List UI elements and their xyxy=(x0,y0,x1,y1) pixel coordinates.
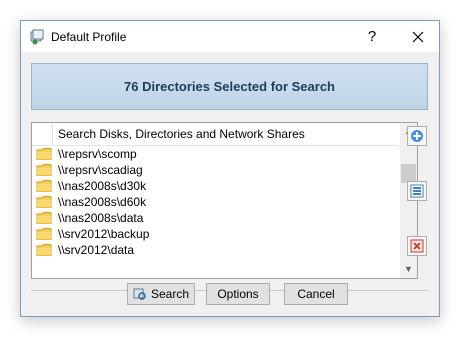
search-icon xyxy=(133,287,147,301)
folder-icon xyxy=(36,243,52,257)
search-button[interactable]: Search xyxy=(127,283,195,305)
profile-icon xyxy=(29,29,45,45)
list-item-label: \\srv2012\data xyxy=(58,243,135,257)
edit-list-button[interactable] xyxy=(407,181,427,201)
list-item-label: \\nas2008s\d30k xyxy=(58,179,147,193)
folder-icon xyxy=(36,211,52,225)
folder-icon xyxy=(36,195,52,209)
list-item-label: \\nas2008s\data xyxy=(58,211,144,225)
selection-summary-banner: 76 Directories Selected for Search xyxy=(31,63,428,110)
window-title: Default Profile xyxy=(51,30,127,44)
list-header-label: Search Disks, Directories and Network Sh… xyxy=(58,127,305,141)
list-item-label: \\nas2008s\d60k xyxy=(58,195,147,209)
list-item-label: \\repsrv\scadiag xyxy=(58,163,143,177)
help-button[interactable]: ? xyxy=(360,21,384,52)
list-item[interactable]: \\srv2012\backup xyxy=(32,226,398,242)
list-item[interactable]: \\srv2012\data xyxy=(32,242,398,258)
list-rows: \\repsrv\scomp \\repsrv\scadiag \\nas2008s… xyxy=(32,146,398,258)
folder-icon xyxy=(36,163,52,177)
add-directory-button[interactable] xyxy=(407,126,427,146)
cancel-button[interactable]: Cancel xyxy=(284,283,348,305)
list-item-label: \\repsrv\scomp xyxy=(58,147,137,161)
title-bar: Default Profile ? xyxy=(21,21,439,52)
folder-icon xyxy=(36,227,52,241)
folder-icon xyxy=(36,147,52,161)
remove-directory-button[interactable] xyxy=(407,236,427,256)
edit-list-icon xyxy=(410,184,424,198)
list-item[interactable]: \\nas2008s\d60k xyxy=(32,194,398,210)
close-button[interactable] xyxy=(403,21,433,52)
remove-icon xyxy=(410,239,424,253)
list-header: Search Disks, Directories and Network Sh… xyxy=(32,123,398,146)
list-item[interactable]: \\repsrv\scomp xyxy=(32,146,398,162)
search-button-label: Search xyxy=(151,287,190,301)
list-item[interactable]: \\nas2008s\d30k xyxy=(32,178,398,194)
list-item-label: \\srv2012\backup xyxy=(58,227,150,241)
close-icon xyxy=(412,31,424,43)
folder-icon xyxy=(36,179,52,193)
header-gutter xyxy=(32,123,53,145)
list-item[interactable]: \\nas2008s\data xyxy=(32,210,398,226)
add-icon xyxy=(411,130,423,142)
options-button[interactable]: Options xyxy=(206,283,270,305)
directories-list[interactable]: Search Disks, Directories and Network Sh… xyxy=(31,122,418,279)
list-item[interactable]: \\repsrv\scadiag xyxy=(32,162,398,178)
scroll-down-icon[interactable]: ▼ xyxy=(400,261,417,278)
dialog-window: Default Profile ? 76 Directories Selecte… xyxy=(20,20,440,317)
